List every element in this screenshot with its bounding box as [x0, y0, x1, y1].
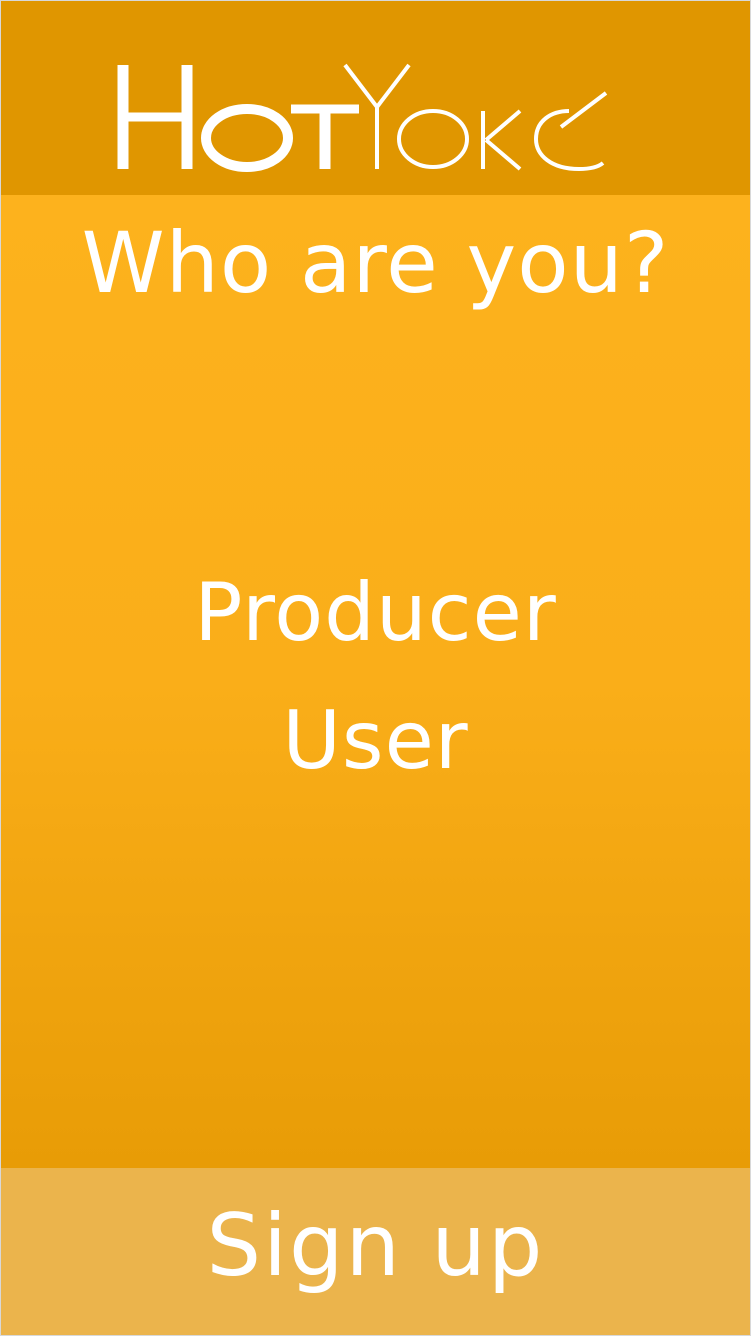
page-title: Who are you? — [81, 214, 670, 312]
signup-button-label: Sign up — [206, 1196, 545, 1296]
app-screen: Who are you? Producer User Sign up — [0, 0, 751, 1336]
role-option-user[interactable]: User — [1, 677, 750, 805]
role-option-producer[interactable]: Producer — [1, 549, 750, 677]
role-options: Producer User — [1, 549, 750, 805]
app-header — [1, 1, 750, 195]
hotyoke-logo — [117, 63, 608, 172]
role-selection-panel: Who are you? Producer User — [1, 195, 750, 1168]
signup-button[interactable]: Sign up — [1, 1168, 750, 1335]
